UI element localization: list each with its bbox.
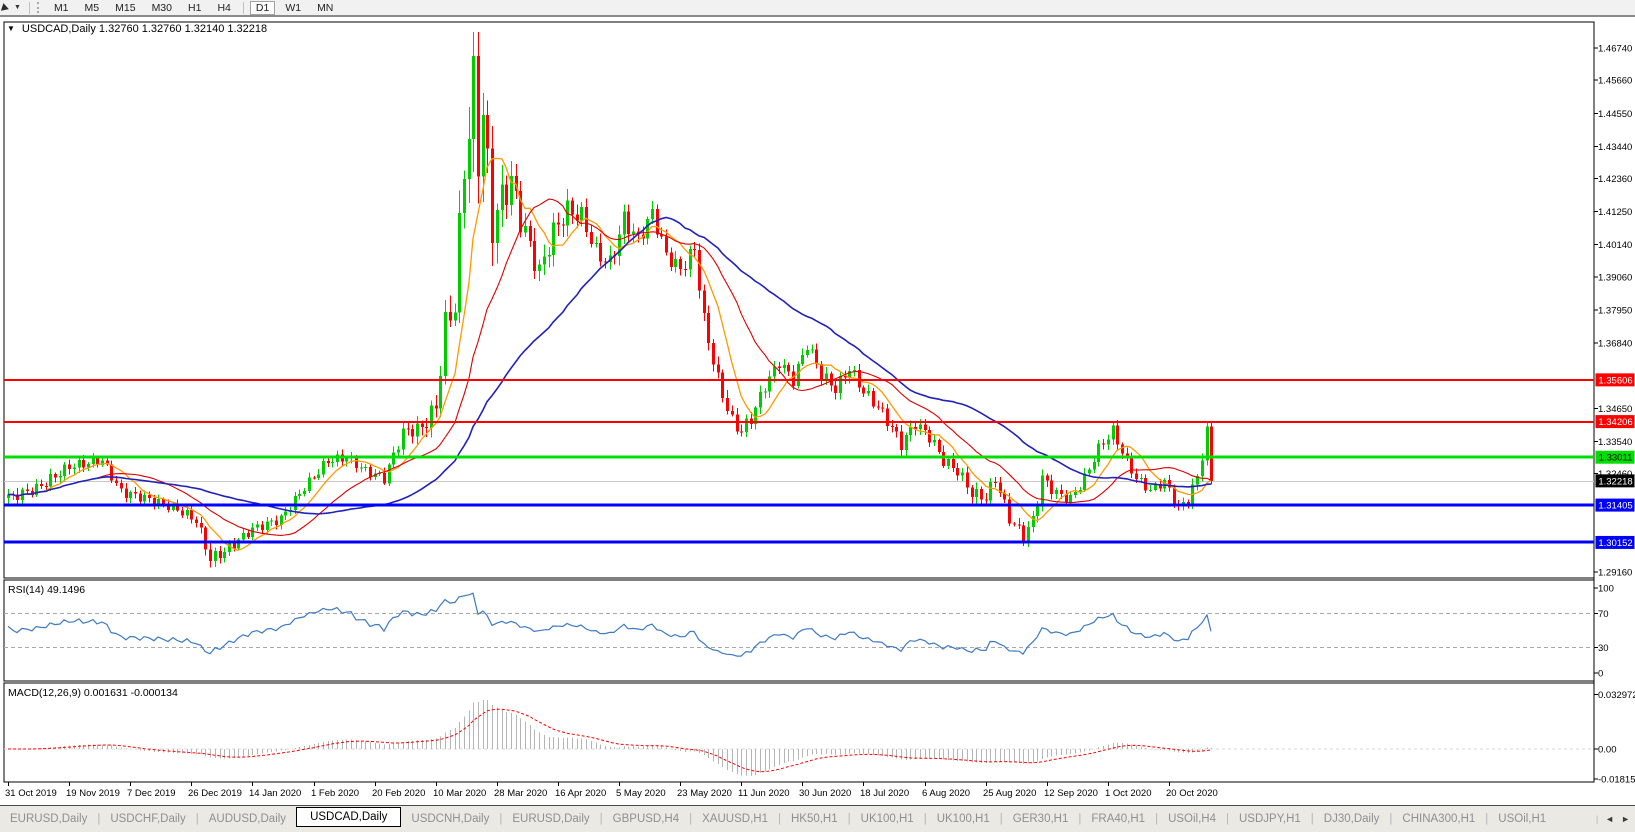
tab-strip: EURUSD,Daily | USDCHF,Daily | AUDUSD,Daily US…: [0, 807, 1556, 827]
date-label: 10 Mar 2020: [433, 788, 486, 799]
tab-scroll-arrows: | ◄ ►: [1596, 814, 1630, 824]
tab-usdcad-daily-active[interactable]: USDCAD,Daily: [296, 807, 402, 827]
date-label: 1 Oct 2020: [1105, 788, 1151, 799]
price-chart-canvas[interactable]: 1.46740 1.45660 1.44550 1.43440 1.42360 1.412…: [0, 0, 1635, 810]
macd-indicator-label: MACD(12,26,9) 0.001631 -0.000134: [8, 687, 178, 699]
date-label: 5 May 2020: [616, 788, 666, 799]
tab-audusd-daily[interactable]: AUDUSD,Daily: [199, 813, 296, 825]
macd-tick-label: 0.032972: [1598, 690, 1635, 701]
chart-title: ▼ USDCAD,Daily 1.32760 1.32760 1.32140 1.…: [7, 23, 267, 35]
level-price-label-1.35606-text: 1.35606: [1598, 375, 1632, 386]
date-label: 19 Nov 2019: [66, 788, 120, 799]
main-pane-background[interactable]: [3, 21, 1595, 579]
tab-uk100-h1[interactable]: UK100,H1: [927, 813, 1000, 825]
tab-separator: |: [1595, 814, 1599, 824]
tab-usdcnh-daily[interactable]: USDCNH,Daily: [401, 813, 499, 825]
price-tick-label: 1.33540: [1598, 437, 1632, 448]
date-label: 20 Feb 2020: [372, 788, 425, 799]
macd-tick-label: -0.01815: [1598, 774, 1635, 785]
rsi-indicator-label: RSI(14) 49.1496: [8, 584, 86, 596]
date-label: 18 Jul 2020: [860, 788, 909, 799]
price-tick-label: 1.43440: [1598, 142, 1632, 153]
date-label: 23 May 2020: [677, 788, 732, 799]
tab-ger30-h1[interactable]: GER30,H1: [1003, 813, 1079, 825]
level-price-label-1.30152-text: 1.30152: [1598, 538, 1632, 549]
date-label: 25 Aug 2020: [983, 788, 1036, 799]
tab-hk50-h1[interactable]: HK50,H1: [781, 813, 848, 825]
collapse-arrow-icon[interactable]: ▼: [7, 24, 15, 33]
tab-eurusd-daily[interactable]: EURUSD,Daily: [0, 813, 97, 825]
tab-uk100-h1[interactable]: UK100,H1: [851, 813, 924, 825]
current-price-label-text: 1.32218: [1598, 476, 1632, 487]
price-tick-label: 1.29160: [1598, 568, 1632, 579]
tabs-scroll-left-button[interactable]: ◄: [1605, 814, 1614, 824]
macd-tick-label: 0.00: [1598, 745, 1617, 756]
date-label: 14 Jan 2020: [249, 788, 301, 799]
date-label: 16 Apr 2020: [555, 788, 606, 799]
tab-china300-h1[interactable]: CHINA300,H1: [1392, 813, 1485, 825]
price-tick-label: 1.45660: [1598, 76, 1632, 87]
tab-eurusd-daily[interactable]: EURUSD,Daily: [502, 813, 599, 825]
rsi-tick-label: 30: [1598, 643, 1609, 654]
tab-dj30-daily[interactable]: DJ30,Daily: [1314, 813, 1390, 825]
level-price-label-1.31405-text: 1.31405: [1598, 501, 1632, 512]
price-tick-label: 1.41250: [1598, 207, 1632, 218]
price-tick-label: 1.34650: [1598, 404, 1632, 415]
date-label: 6 Aug 2020: [922, 788, 970, 799]
date-label: 7 Dec 2019: [127, 788, 176, 799]
price-tick-label: 1.39060: [1598, 272, 1632, 283]
date-label: 11 Jun 2020: [738, 788, 790, 799]
chart-tab-bar: EURUSD,Daily | USDCHF,Daily | AUDUSD,Daily US…: [0, 805, 1635, 832]
price-tick-label: 1.42360: [1598, 174, 1632, 185]
macd-pane-background[interactable]: [3, 682, 1595, 783]
tab-usdchf-daily[interactable]: USDCHF,Daily: [100, 813, 195, 825]
tab-usdjpy-h1[interactable]: USDJPY,H1: [1229, 813, 1311, 825]
tab-fra40-h1[interactable]: FRA40,H1: [1081, 813, 1155, 825]
tab-gbpusd-h4[interactable]: GBPUSD,H4: [603, 813, 689, 825]
price-tick-label: 1.37950: [1598, 306, 1632, 317]
date-label: 12 Sep 2020: [1044, 788, 1098, 799]
date-label: 30 Jun 2020: [799, 788, 851, 799]
chart-title-text: USDCAD,Daily 1.32760 1.32760 1.32140 1.3…: [21, 23, 268, 35]
date-label: 1 Feb 2020: [311, 788, 359, 799]
tab-xauusd-h1[interactable]: XAUUSD,H1: [692, 813, 778, 825]
tab-usoil-h4[interactable]: USOil,H4: [1158, 813, 1226, 825]
price-tick-label: 1.36840: [1598, 339, 1632, 350]
level-price-label-1.34206-text: 1.34206: [1598, 417, 1632, 428]
date-label: 28 Mar 2020: [494, 788, 547, 799]
tabs-scroll-right-button[interactable]: ►: [1621, 814, 1630, 824]
rsi-tick-label: 0: [1598, 669, 1603, 680]
price-tick-label: 1.44550: [1598, 109, 1632, 120]
date-label: 20 Oct 2020: [1166, 788, 1218, 799]
date-label: 31 Oct 2019: [5, 788, 57, 799]
date-label: 26 Dec 2019: [188, 788, 242, 799]
rsi-pane-background[interactable]: [3, 579, 1595, 682]
level-price-label-1.33011-text: 1.33011: [1599, 453, 1633, 464]
tab-usoil-h1[interactable]: USOil,H1: [1488, 813, 1556, 825]
price-tick-label: 1.46740: [1598, 44, 1632, 55]
rsi-tick-label: 70: [1598, 609, 1609, 620]
price-tick-label: 1.40140: [1598, 240, 1632, 251]
rsi-tick-label: 100: [1598, 584, 1614, 595]
